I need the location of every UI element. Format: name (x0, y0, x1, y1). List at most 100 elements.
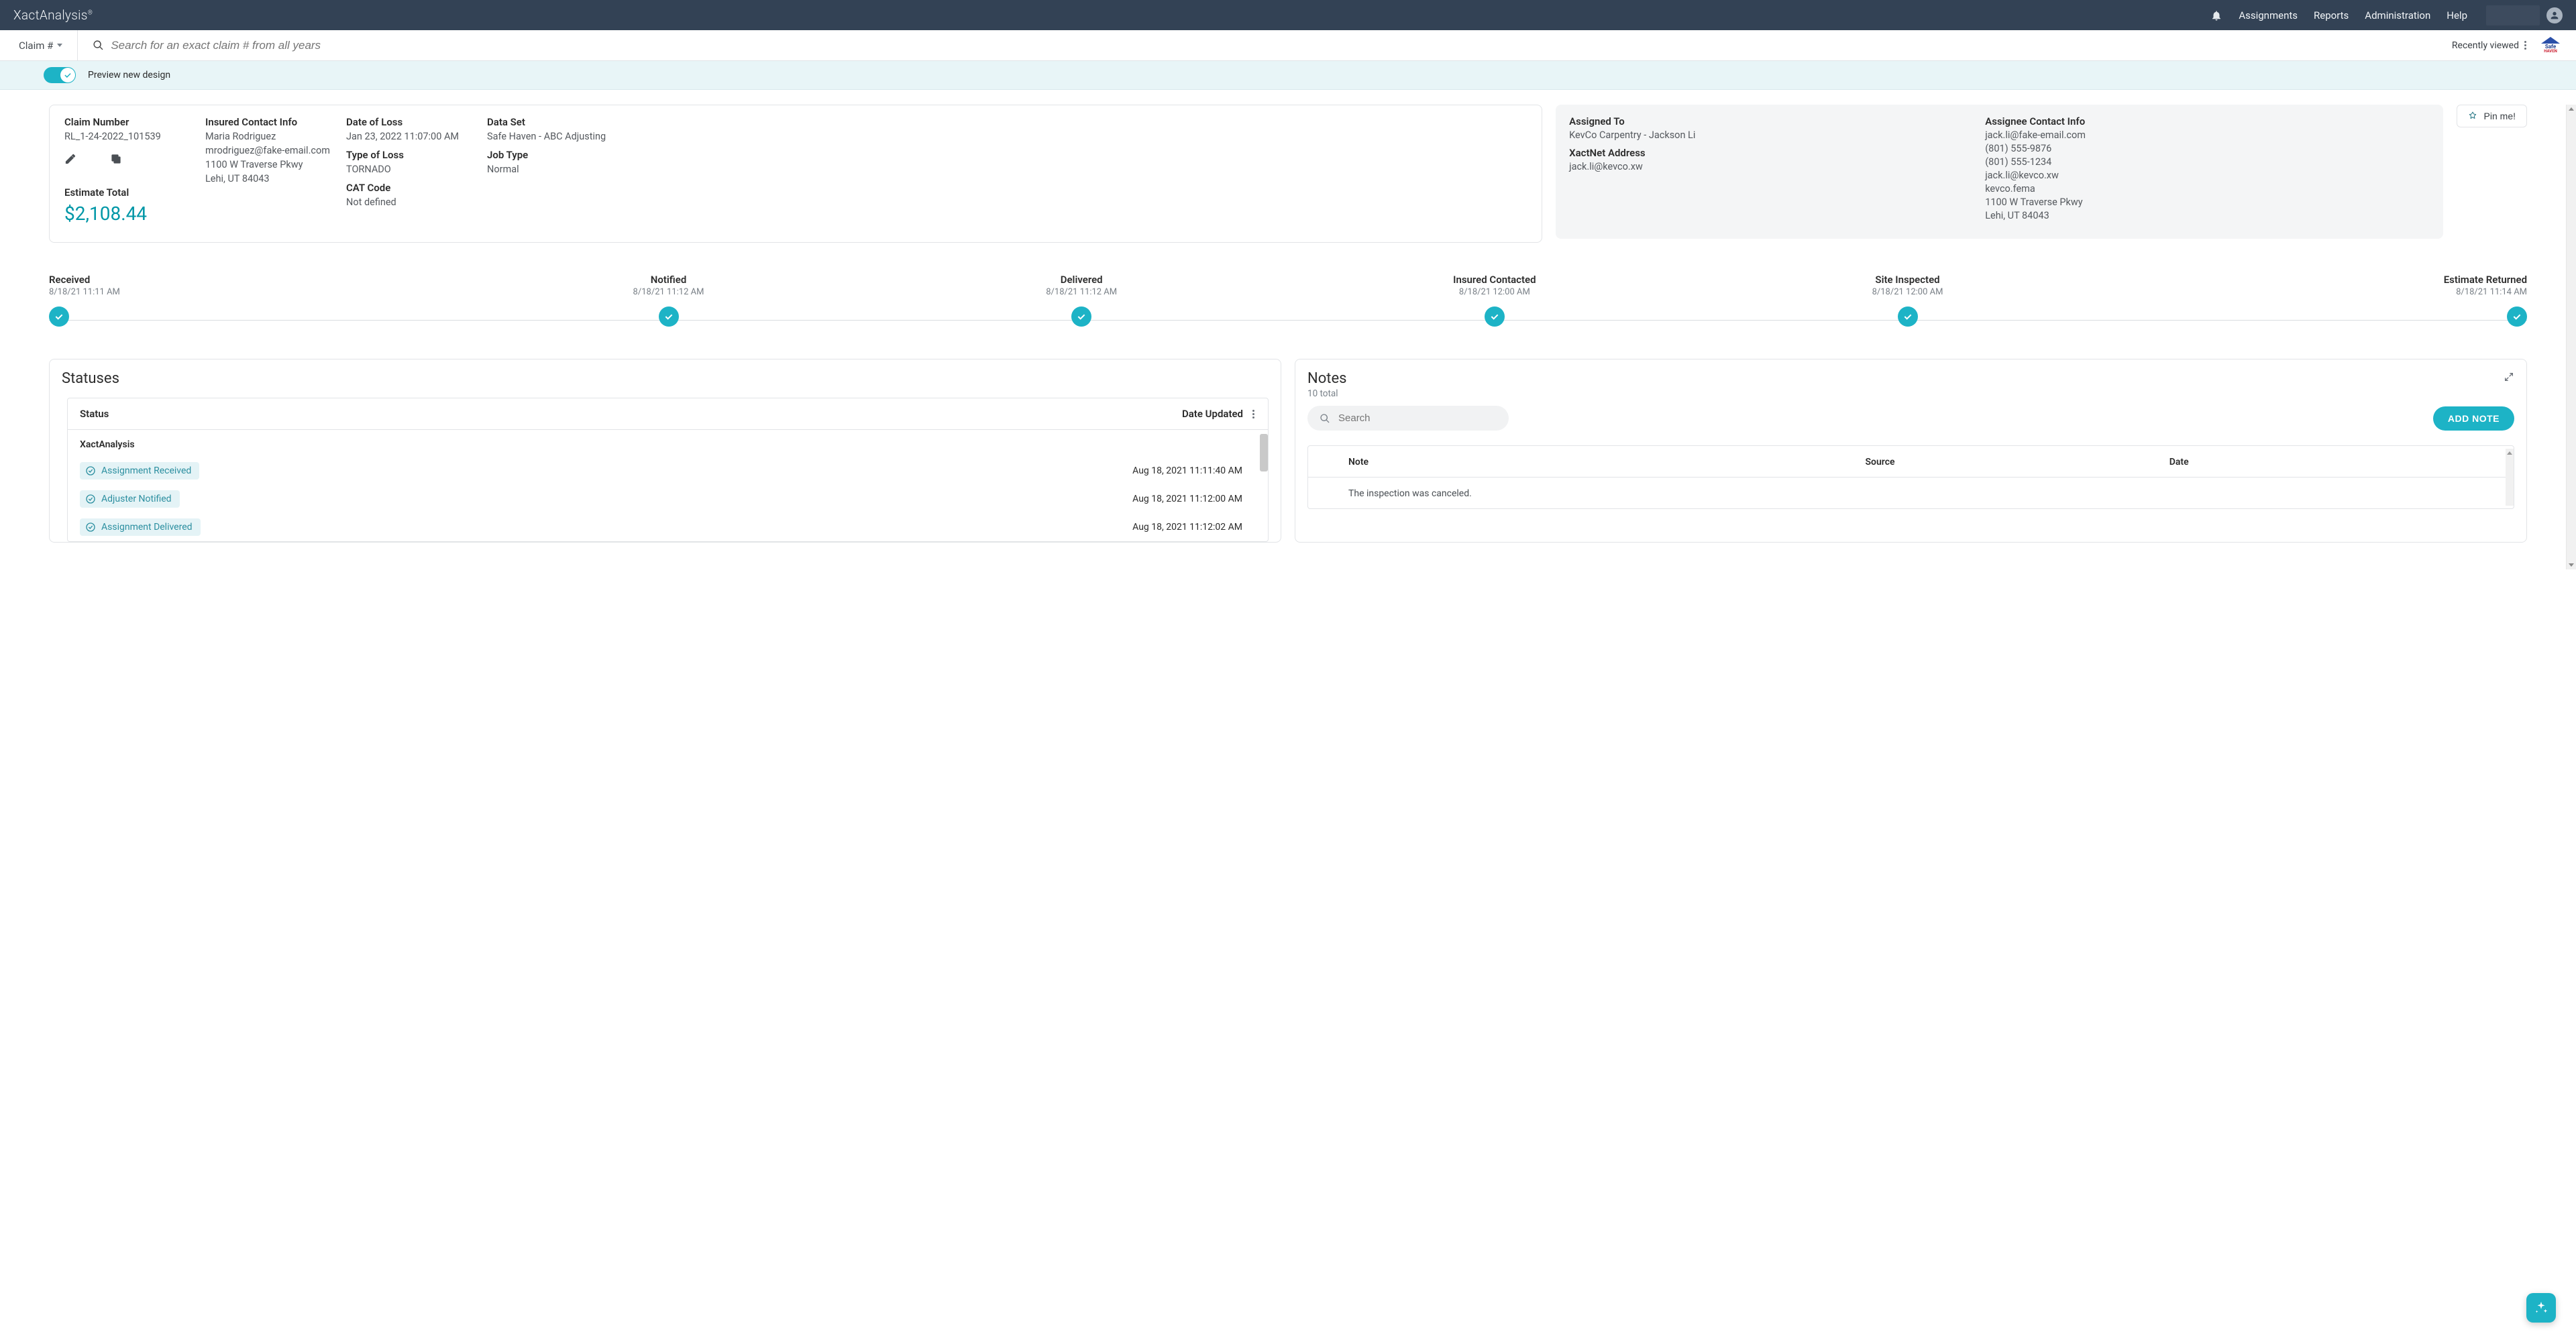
status-chip[interactable]: Assignment Delivered (80, 518, 201, 536)
assignee-fema: kevco.fema (1985, 183, 2429, 194)
timeline-step-label: Insured Contacted (1453, 274, 1536, 286)
status-col-date: Date Updated (1182, 408, 1243, 420)
type-of-loss-value: TORNADO (346, 164, 480, 175)
timeline-dots (49, 306, 2527, 327)
timeline-check-icon (2507, 306, 2527, 327)
assignee-email2: jack.li@kevco.xw (1985, 170, 2429, 181)
recently-viewed-menu[interactable]: Recently viewed (2452, 40, 2526, 51)
timeline-step: Site Inspected 8/18/21 12:00 AM (1701, 274, 2114, 297)
notes-col-source: Source (1866, 457, 2169, 467)
status-date: Aug 18, 2021 11:12:00 AM (1132, 494, 1242, 504)
status-row: Assignment Delivered Aug 18, 2021 11:12:… (68, 513, 1265, 541)
status-col-status: Status (80, 408, 109, 420)
statuses-table: Status Date Updated XactAnalysis Assignm… (67, 398, 1269, 542)
page-scrollbar[interactable] (2566, 105, 2576, 569)
top-nav: XactAnalysis® Assignments Reports Admini… (0, 0, 2576, 30)
timeline-check-icon (659, 306, 679, 327)
timeline-step-label: Delivered (1061, 274, 1103, 286)
insured-email: mrodriguez@fake-email.com (205, 145, 339, 156)
assignee-email: jack.li@fake-email.com (1985, 129, 2429, 141)
timeline-step-date: 8/18/21 11:14 AM (2456, 287, 2527, 297)
nav-reports[interactable]: Reports (2314, 9, 2349, 21)
bell-icon[interactable] (2210, 9, 2222, 21)
expand-icon[interactable] (2504, 372, 2514, 382)
timeline-step-date: 8/18/21 11:12 AM (633, 287, 704, 297)
notes-search-input[interactable] (1337, 412, 1473, 425)
timeline-step: Insured Contacted 8/18/21 12:00 AM (1288, 274, 1701, 297)
date-of-loss-label: Date of Loss (346, 116, 480, 128)
note-row[interactable]: The inspection was canceled. (1308, 478, 2514, 508)
timeline-step: Notified 8/18/21 11:12 AM (462, 274, 875, 297)
timeline-check-icon (1485, 306, 1505, 327)
assignee-card: Assigned To KevCo Carpentry - Jackson Li… (1556, 105, 2443, 239)
estimate-total-value: $2,108.44 (64, 203, 199, 225)
timeline-step-label: Site Inspected (1875, 274, 1939, 286)
profile-name-placeholder (2486, 5, 2540, 25)
edit-icon[interactable] (64, 153, 76, 165)
notes-search[interactable] (1307, 406, 1509, 431)
timeline-check-icon (1071, 306, 1091, 327)
cat-code-label: CAT Code (346, 182, 480, 194)
statuses-title: Statuses (62, 370, 1281, 387)
timeline-check-icon (49, 306, 69, 327)
copy-icon[interactable] (110, 153, 122, 165)
nav-administration[interactable]: Administration (2365, 9, 2430, 21)
timeline-step-label: Notified (651, 274, 687, 286)
statuses-panel: Statuses Status Date Updated XactAnalysi… (49, 359, 1281, 543)
status-row: Adjuster Notified Aug 18, 2021 11:12:00 … (68, 485, 1265, 513)
claim-number-label: Claim Number (64, 116, 199, 128)
timeline-step-date: 8/18/21 12:00 AM (1872, 287, 1943, 297)
status-scrollbar[interactable] (1260, 434, 1268, 471)
status-date: Aug 18, 2021 11:12:02 AM (1132, 522, 1242, 533)
timeline-step-label: Received (49, 274, 90, 286)
search-icon (93, 40, 104, 51)
timeline-step: Delivered 8/18/21 11:12 AM (875, 274, 1288, 297)
search-bar: Claim # Recently viewed Safe HAVEN (0, 30, 2576, 61)
status-row: Assignment Received Aug 18, 2021 11:11:4… (68, 457, 1265, 485)
claim-type-selector[interactable]: Claim # (19, 30, 78, 60)
claim-summary-card: Claim Number RL_1-24-2022_101539 Estimat… (49, 105, 1542, 243)
profile-area[interactable] (2486, 5, 2563, 25)
notes-panel: Notes 10 total ADD NOTE Note Source Date (1295, 359, 2527, 543)
assignee-phone2: (801) 555-1234 (1985, 156, 2429, 168)
preview-label: Preview new design (88, 70, 170, 80)
nav-assignments[interactable]: Assignments (2239, 9, 2298, 21)
status-date: Aug 18, 2021 11:11:40 AM (1132, 465, 1242, 476)
status-chip-label: Adjuster Notified (101, 494, 172, 504)
status-more-icon[interactable] (1252, 410, 1254, 418)
add-note-button[interactable]: ADD NOTE (2433, 406, 2514, 431)
toggle-knob (60, 68, 75, 82)
status-chip[interactable]: Adjuster Notified (80, 490, 180, 508)
assigned-to-value: KevCo Carpentry - Jackson Li (1569, 129, 1973, 141)
job-type-value: Normal (487, 164, 1527, 175)
note-date (2169, 488, 2473, 499)
cat-code-value: Not defined (346, 197, 480, 208)
ai-sparkle-button[interactable] (2526, 1293, 2556, 1323)
caret-down-icon (57, 44, 62, 47)
claim-search-input[interactable] (109, 38, 2452, 53)
insured-name: Maria Rodriguez (205, 131, 339, 142)
notes-title: Notes (1307, 370, 2526, 387)
avatar-icon[interactable] (2546, 7, 2563, 23)
xactnet-label: XactNet Address (1569, 147, 1973, 159)
timeline-step-label: Estimate Returned (2444, 274, 2527, 286)
insured-contact-label: Insured Contact Info (205, 116, 339, 128)
date-of-loss-value: Jan 23, 2022 11:07:00 AM (346, 131, 480, 142)
assignee-phone1: (801) 555-9876 (1985, 143, 2429, 154)
insured-addr2: Lehi, UT 84043 (205, 173, 339, 184)
timeline-step: Received 8/18/21 11:11 AM (49, 274, 462, 297)
status-chip[interactable]: Assignment Received (80, 462, 199, 480)
preview-toggle[interactable] (44, 67, 76, 83)
recently-viewed-label: Recently viewed (2452, 40, 2519, 51)
status-group-label: XactAnalysis (68, 430, 1265, 457)
note-source (1866, 488, 2169, 499)
pin-button[interactable]: Pin me! (2457, 105, 2527, 127)
more-vertical-icon (2524, 41, 2526, 50)
notes-search-icon (1320, 413, 1330, 424)
brand-logo: XactAnalysis® (13, 7, 93, 23)
nav-help[interactable]: Help (2447, 9, 2467, 21)
notes-table: Note Source Date The inspection was canc… (1307, 445, 2514, 509)
status-timeline: Received 8/18/21 11:11 AMNotified 8/18/2… (49, 274, 2527, 297)
notes-scrollbar[interactable] (2506, 449, 2514, 506)
data-set-label: Data Set (487, 116, 1527, 128)
